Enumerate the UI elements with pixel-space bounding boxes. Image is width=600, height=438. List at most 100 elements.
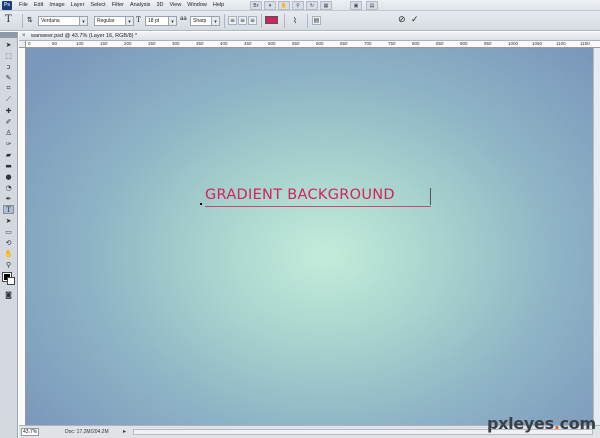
- ruler-tick-label: 0: [28, 41, 31, 46]
- align-left-icon[interactable]: ≡: [228, 16, 237, 25]
- healing-brush-tool-icon[interactable]: ✚: [3, 106, 14, 115]
- align-right-icon[interactable]: ≡: [248, 16, 257, 25]
- ruler-tick-label: 1000: [508, 41, 519, 46]
- arrange-documents-icon[interactable]: ▦: [320, 1, 332, 10]
- 3d-rotate-tool-icon[interactable]: ⟲: [3, 238, 14, 247]
- document-title: wanweer.psd @ 43.7% (Layer 16, RGB/8) *: [31, 33, 138, 39]
- warp-text-icon[interactable]: ⌇: [293, 16, 297, 26]
- cancel-edits-icon[interactable]: ⊘: [398, 15, 406, 25]
- ruler-tick-label: 550: [292, 41, 300, 46]
- extras-icon[interactable]: ▤: [366, 1, 378, 10]
- status-menu-arrow-icon[interactable]: ▸: [123, 428, 126, 435]
- horizontal-ruler[interactable]: 0 50 100 150 200 250 300 350 400 450 500 550 600 650 7…: [26, 41, 600, 48]
- antialias-value: Sharp: [190, 16, 212, 26]
- vertical-scrollbar[interactable]: [593, 48, 600, 425]
- canvas[interactable]: GRADIENT BACKGROUND: [26, 48, 600, 425]
- ruler-tick-label: 900: [460, 41, 468, 46]
- options-bar: T ⇅ Verdana ▾ Regular ▾ T 18 pt ▾ aa Sha…: [0, 11, 600, 31]
- ruler-tick-label: 250: [148, 41, 156, 46]
- text-color-swatch[interactable]: [265, 16, 278, 26]
- type-tool-preset-icon[interactable]: T: [5, 14, 12, 25]
- bridge-icon[interactable]: Br: [250, 1, 262, 10]
- gradient-tool-icon[interactable]: ▬: [3, 161, 14, 170]
- background-color-swatch[interactable]: [7, 277, 15, 285]
- document-window: × wanweer.psd @ 43.7% (Layer 16, RGB/8) …: [19, 32, 600, 438]
- ruler-tick-label: 800: [412, 41, 420, 46]
- ruler-tick-label: 400: [220, 41, 228, 46]
- path-selection-tool-icon[interactable]: ➤: [3, 216, 14, 225]
- lasso-tool-icon[interactable]: ↄ: [3, 62, 14, 71]
- ruler-tick-label: 200: [124, 41, 132, 46]
- menu-analysis[interactable]: Analysis: [127, 2, 153, 8]
- chevron-down-icon: ▾: [126, 16, 134, 26]
- photoshop-logo-icon: Ps: [2, 0, 12, 10]
- type-tool-icon[interactable]: T: [3, 205, 14, 214]
- ruler-tick-label: 1050: [532, 41, 543, 46]
- document-tab[interactable]: × wanweer.psd @ 43.7% (Layer 16, RGB/8) …: [19, 32, 600, 41]
- clone-stamp-tool-icon[interactable]: ♙: [3, 128, 14, 137]
- character-panel-icon[interactable]: ▤: [312, 16, 321, 25]
- font-family-select[interactable]: Verdana ▾: [38, 16, 88, 26]
- dodge-tool-icon[interactable]: ◔: [3, 183, 14, 192]
- align-center-icon[interactable]: ≡: [238, 16, 247, 25]
- zoom-tool-icon[interactable]: ⚲: [292, 1, 304, 10]
- close-icon[interactable]: ×: [22, 32, 26, 41]
- font-style-select[interactable]: Regular ▾: [94, 16, 134, 26]
- ruler-origin[interactable]: [19, 41, 26, 48]
- menu-window[interactable]: Window: [184, 2, 210, 8]
- text-orientation-icon[interactable]: ⇅: [27, 16, 33, 26]
- eyedropper-tool-icon[interactable]: ⟋: [3, 95, 14, 104]
- ruler-tick-label: 700: [364, 41, 372, 46]
- rotate-view-icon[interactable]: ↻: [306, 1, 318, 10]
- text-baseline: [205, 206, 431, 207]
- workspace-switcher: ▣ ▤: [350, 1, 378, 10]
- ruler-tick-label: 500: [268, 41, 276, 46]
- crop-tool-icon[interactable]: ⌗: [3, 84, 14, 93]
- antialias-select[interactable]: Sharp ▾: [190, 16, 220, 26]
- font-size-value: 18 pt: [145, 16, 169, 26]
- brush-tool-icon[interactable]: ✐: [3, 117, 14, 126]
- marquee-tool-icon[interactable]: ⬚: [3, 51, 14, 60]
- zoom-tool-icon[interactable]: ⚲: [3, 260, 14, 269]
- watermark-name: pxleyes: [487, 414, 554, 433]
- commit-edits-icon[interactable]: ✓: [411, 15, 419, 25]
- ruler-tick-label: 100: [76, 41, 84, 46]
- quick-mask-icon[interactable]: ◙: [3, 290, 14, 299]
- blur-tool-icon[interactable]: ●: [3, 172, 14, 181]
- menu-edit[interactable]: Edit: [31, 2, 46, 8]
- application-bar: Br ▾ ✋ ⚲ ↻ ▦: [250, 1, 332, 10]
- menu-filter[interactable]: Filter: [109, 2, 127, 8]
- watermark-tld: com: [559, 414, 597, 433]
- tools-panel-header[interactable]: [0, 32, 17, 38]
- quick-selection-tool-icon[interactable]: ✎: [3, 73, 14, 82]
- move-tool-icon[interactable]: ➤: [3, 40, 14, 49]
- eraser-tool-icon[interactable]: ▰: [3, 150, 14, 159]
- menu-image[interactable]: Image: [46, 2, 67, 8]
- text-insertion-cursor: [430, 188, 431, 205]
- menu-file[interactable]: File: [16, 2, 31, 8]
- hand-tool-icon[interactable]: ✋: [3, 249, 14, 258]
- pen-tool-icon[interactable]: ✒: [3, 194, 14, 203]
- menu-select[interactable]: Select: [87, 2, 108, 8]
- text-color-chip: [265, 16, 278, 24]
- menu-3d[interactable]: 3D: [153, 2, 166, 8]
- zoom-level-icon[interactable]: ▾: [264, 1, 276, 10]
- hand-tool-icon[interactable]: ✋: [278, 1, 290, 10]
- canvas-text-layer[interactable]: GRADIENT BACKGROUND: [205, 187, 395, 203]
- vertical-ruler[interactable]: [19, 48, 26, 425]
- ruler-tick-label: 450: [244, 41, 252, 46]
- menu-view[interactable]: View: [166, 2, 184, 8]
- ruler-tick-label: 950: [484, 41, 492, 46]
- ruler-tick-label: 300: [172, 41, 180, 46]
- document-size-info: Doc: 17.2M/204.2M: [65, 429, 109, 435]
- screen-mode-icon[interactable]: ▣: [350, 1, 362, 10]
- zoom-level-field[interactable]: 43.7%: [21, 428, 39, 436]
- chevron-down-icon: ▾: [212, 16, 220, 26]
- menu-help[interactable]: Help: [210, 2, 227, 8]
- shape-tool-icon[interactable]: ▭: [3, 227, 14, 236]
- font-size-select[interactable]: 18 pt ▾: [145, 16, 177, 26]
- history-brush-tool-icon[interactable]: ✑: [3, 139, 14, 148]
- alignment-group: ≡ ≡ ≡: [228, 16, 257, 26]
- ruler-tick-label: 850: [436, 41, 444, 46]
- menu-layer[interactable]: Layer: [68, 2, 88, 8]
